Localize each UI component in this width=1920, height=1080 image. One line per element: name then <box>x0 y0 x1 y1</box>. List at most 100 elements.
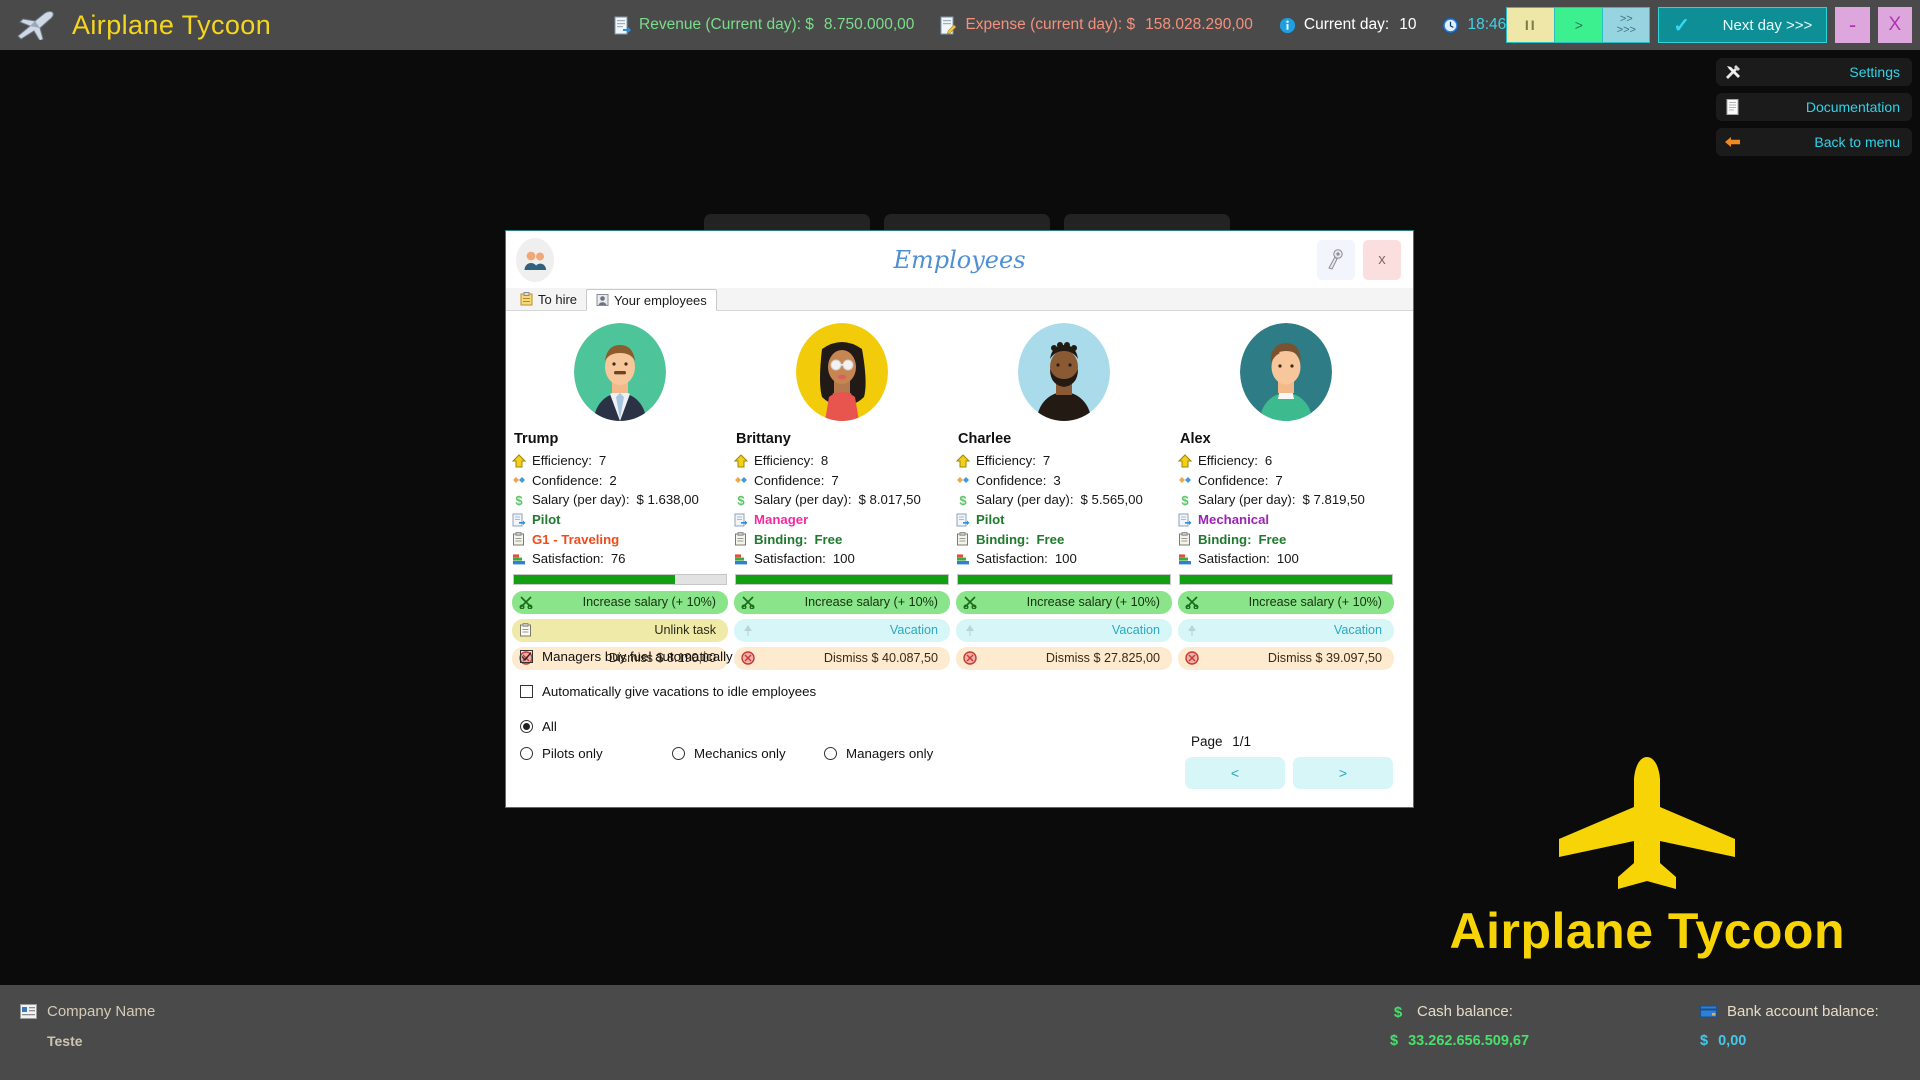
salary-row: $ Salary (per day): $ 7.819,50 <box>1178 490 1394 510</box>
avatar <box>574 323 666 421</box>
tab-to-hire-label: To hire <box>538 291 578 307</box>
task-clipboard-icon <box>957 532 968 546</box>
increase-salary-button[interactable]: Increase salary (+ 10%) <box>1178 590 1394 614</box>
employee-name: Brittany <box>736 431 791 447</box>
increase-salary-button[interactable]: Increase salary (+ 10%) <box>512 590 728 614</box>
next-page-button[interactable]: > <box>1293 757 1393 789</box>
menu-item-documentation[interactable]: Documentation <box>1716 93 1912 121</box>
binding-value: Free <box>1036 531 1065 547</box>
check-icon: ✓ <box>1673 14 1691 37</box>
option-auto-vacations[interactable]: Automatically give vacations to idle emp… <box>520 684 1080 699</box>
managers-buy-fuel-checkbox[interactable] <box>520 650 533 663</box>
next-day-button[interactable]: ✓ Next day >>> <box>1658 7 1828 43</box>
pager-buttons: < > <box>1185 757 1393 789</box>
binding-row: Binding: Free <box>956 529 1172 549</box>
fast-forward-button[interactable]: >> >>> <box>1602 7 1651 43</box>
employees-icon <box>516 237 554 282</box>
filter-mechanics-label: Mechanics only <box>694 746 786 761</box>
role-document-icon <box>512 513 526 527</box>
tab-your-employees[interactable]: Your employees <box>586 289 717 311</box>
filter-all-radio[interactable] <box>520 720 533 733</box>
clock-value: 18:46 <box>1467 16 1507 33</box>
clock-stat: 18:46 <box>1442 16 1506 35</box>
efficiency-value: 7 <box>1042 453 1051 469</box>
dialog-close-button[interactable]: x <box>1363 239 1401 280</box>
dismiss-label: Dismiss $ 39.097,50 <box>1267 651 1382 666</box>
unlink-task-button[interactable]: Unlink task <box>512 618 728 642</box>
check-icon <box>521 652 532 662</box>
auto-vacations-checkbox[interactable] <box>520 685 533 698</box>
satisfaction-icon <box>1179 554 1191 565</box>
pause-button[interactable]: II <box>1506 7 1555 43</box>
company-name-label: Company Name <box>47 1003 156 1020</box>
task-value: G1 - Traveling <box>532 531 620 547</box>
confidence-row: Confidence: 3 <box>956 471 1172 491</box>
cash-balance-row: $ Cash balance: <box>1390 1003 1529 1020</box>
pin-icon[interactable] <box>1317 239 1355 280</box>
confidence-label: Confidence: <box>1198 472 1269 488</box>
filter-managers-radio[interactable] <box>824 747 837 760</box>
bank-balance-value: $ 0,00 <box>1700 1033 1879 1049</box>
scissors-icon <box>1185 596 1199 610</box>
expense-stat: Expense (current day): $ 158.028.290,00 <box>940 16 1253 35</box>
employees-dialog: Employees x To hire Your employees Trump… <box>505 230 1414 808</box>
vacation-button[interactable]: Vacation <box>956 618 1172 642</box>
menu-item-back-to-menu[interactable]: Back to menu <box>1716 128 1912 156</box>
dismiss-button[interactable]: Dismiss $ 39.097,50 <box>1178 646 1394 670</box>
airplane-icon <box>17 11 54 40</box>
salary-label: Salary (per day): <box>976 492 1074 508</box>
close-window-button[interactable]: X <box>1877 7 1912 43</box>
right-menu: Settings Documentation Back to menu <box>1716 58 1912 156</box>
filter-mechanics-radio[interactable] <box>672 747 685 760</box>
vacation-button[interactable]: Vacation <box>1178 618 1394 642</box>
document-icon <box>1726 99 1739 115</box>
efficiency-icon <box>734 454 748 468</box>
vacation-button[interactable]: Vacation <box>734 618 950 642</box>
cash-balance-value: $ 33.262.656.509,67 <box>1390 1033 1529 1049</box>
increase-salary-button[interactable]: Increase salary (+ 10%) <box>956 590 1172 614</box>
efficiency-value: 7 <box>598 453 607 469</box>
dialog-title: Employees <box>893 245 1026 274</box>
vacation-label: Vacation <box>1333 623 1382 638</box>
filter-managers-row[interactable]: Managers only <box>824 746 933 761</box>
filter-mechanics-row[interactable]: Mechanics only <box>672 746 824 761</box>
efficiency-label: Efficiency: <box>1198 453 1258 469</box>
increase-salary-button[interactable]: Increase salary (+ 10%) <box>734 590 950 614</box>
efficiency-icon <box>1178 454 1192 468</box>
avatar-wrap <box>734 323 950 421</box>
page-label: Page <box>1191 734 1223 749</box>
tab-to-hire[interactable]: To hire <box>511 288 586 310</box>
binding-row: Binding: Free <box>1178 529 1394 549</box>
umbrella-icon <box>1188 625 1196 637</box>
scissors-icon <box>963 596 977 610</box>
dollar-icon: $ <box>1181 493 1189 507</box>
confidence-icon <box>735 477 747 484</box>
role-document-icon <box>734 513 748 527</box>
option-managers-buy-fuel[interactable]: Managers buy fuel automatically <box>520 649 1080 664</box>
confidence-icon <box>513 477 525 484</box>
satisfaction-label: Satisfaction: <box>532 551 604 567</box>
increase-salary-label: Increase salary (+ 10%) <box>804 595 938 610</box>
dialog-buttons: x <box>1317 239 1413 280</box>
clock-icon <box>1442 16 1459 34</box>
satisfaction-icon <box>735 554 747 565</box>
confidence-row: Confidence: 7 <box>1178 471 1394 491</box>
efficiency-row: Efficiency: 7 <box>512 451 728 471</box>
binding-label: Binding: <box>1198 531 1252 547</box>
game-window: Airplane Tycoon Revenue (Current day): $… <box>0 0 1920 1080</box>
filter-pilots-radio[interactable] <box>520 747 533 760</box>
increase-salary-label: Increase salary (+ 10%) <box>1026 595 1160 610</box>
filter-all-row[interactable]: All <box>520 719 1080 734</box>
salary-label: Salary (per day): <box>1198 492 1296 508</box>
fastest-label: >>> <box>1616 24 1636 36</box>
page-indicator: Page 1/1 <box>1185 734 1393 749</box>
bank-currency: $ <box>1700 1033 1709 1049</box>
tools-icon <box>1726 65 1740 79</box>
dialog-tabs: To hire Your employees <box>506 288 1413 311</box>
prev-page-button[interactable]: < <box>1185 757 1285 789</box>
satisfaction-icon <box>513 554 525 565</box>
menu-item-settings[interactable]: Settings <box>1716 58 1912 86</box>
filter-pilots-row[interactable]: Pilots only <box>520 746 672 761</box>
play-button[interactable]: > <box>1554 7 1603 43</box>
minimize-button[interactable]: - <box>1835 7 1870 43</box>
